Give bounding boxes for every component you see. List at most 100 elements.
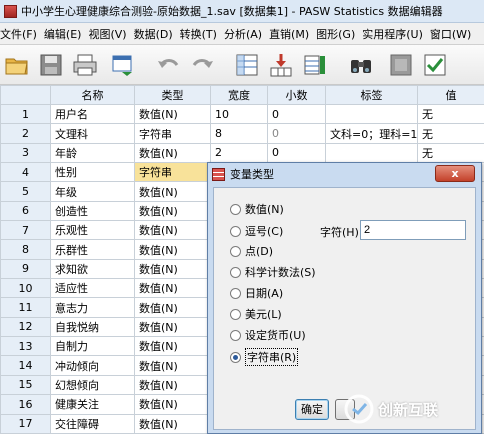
row-number[interactable]: 9 [0, 258, 51, 280]
radio-icon[interactable] [230, 308, 241, 320]
cell-name[interactable]: 幻想倾向 [50, 374, 135, 396]
cell-name[interactable]: 创造性 [50, 200, 135, 222]
header-type[interactable]: 类型 [134, 85, 211, 105]
radio-selected-icon[interactable] [230, 351, 241, 363]
cell-type[interactable]: 数值(N) [134, 200, 211, 222]
save-icon[interactable] [38, 52, 64, 78]
cell-name[interactable]: 年级 [50, 181, 135, 202]
option-string[interactable]: 字符串(R) [230, 348, 299, 366]
cell-name[interactable]: 自制力 [50, 336, 135, 357]
ok-button[interactable]: 确定 [295, 399, 329, 420]
insert-cases-icon[interactable] [388, 52, 414, 78]
radio-icon[interactable] [230, 245, 241, 257]
cell-name[interactable]: 冲动倾向 [50, 355, 135, 376]
redo-icon[interactable] [190, 52, 216, 78]
cell-label[interactable]: 文科=0；理科=1 [325, 123, 418, 144]
cell-name[interactable]: 乐观性 [50, 220, 135, 241]
variables-icon[interactable] [302, 52, 328, 78]
row-number[interactable]: 14 [0, 355, 51, 376]
row-number[interactable]: 8 [0, 239, 51, 260]
cell-name[interactable]: 求知欲 [50, 258, 135, 280]
cell-name[interactable]: 交往障碍 [50, 413, 135, 434]
row-number[interactable]: 15 [0, 374, 51, 396]
radio-icon[interactable] [230, 266, 241, 278]
cell-type[interactable]: 数值(N) [134, 336, 211, 357]
radio-icon[interactable] [230, 287, 241, 299]
menu-utilities[interactable]: 实用程序(U) [362, 26, 430, 42]
undo-icon[interactable] [155, 52, 181, 78]
header-label[interactable]: 标签 [325, 85, 418, 105]
cell-name[interactable]: 健康关注 [50, 394, 135, 415]
cell-type[interactable]: 数值(N) [134, 258, 211, 280]
radio-icon[interactable] [230, 225, 241, 237]
option-custom-currency[interactable]: 设定货币(U) [230, 327, 306, 343]
menu-analyze[interactable]: 分析(A) [224, 26, 269, 42]
radio-icon[interactable] [230, 329, 241, 341]
cell-values[interactable]: 无 [417, 142, 484, 164]
option-comma[interactable]: 逗号(C) [230, 223, 283, 239]
option-scientific[interactable]: 科学计数法(S) [230, 264, 316, 280]
cell-decimals[interactable]: 0 [267, 142, 326, 164]
cell-type[interactable]: 数值(N) [134, 413, 211, 434]
close-button[interactable]: x [435, 165, 475, 182]
row-number[interactable]: 5 [0, 181, 51, 202]
dialog-title-bar[interactable]: 变量类型 x [208, 163, 481, 185]
cell-type-selected[interactable]: 字符串 [134, 162, 211, 183]
option-numeric[interactable]: 数值(N) [230, 201, 284, 217]
row-number[interactable]: 16 [0, 394, 51, 415]
cell-name[interactable]: 意志力 [50, 297, 135, 318]
cell-label[interactable] [325, 142, 418, 164]
cell-width[interactable]: 10 [210, 103, 268, 125]
cell-type[interactable]: 数值(N) [134, 355, 211, 376]
cell-width[interactable]: 8 [210, 123, 268, 144]
cell-name[interactable]: 乐群性 [50, 239, 135, 260]
cell-name[interactable]: 性别 [50, 162, 135, 183]
split-file-icon[interactable] [422, 52, 448, 78]
cell-name[interactable]: 文理科 [50, 123, 135, 144]
cell-type[interactable]: 数值(N) [134, 297, 211, 318]
cell-type[interactable]: 数值(N) [134, 374, 211, 396]
row-number[interactable]: 12 [0, 316, 51, 338]
header-name[interactable]: 名称 [50, 85, 135, 105]
find-icon[interactable] [348, 52, 374, 78]
row-number[interactable]: 2 [0, 123, 51, 144]
cell-type[interactable]: 数值(N) [134, 220, 211, 241]
row-number[interactable]: 6 [0, 200, 51, 222]
cell-type[interactable]: 数值(N) [134, 239, 211, 260]
cell-type[interactable]: 数值(N) [134, 142, 211, 164]
dialog-recall-icon[interactable] [110, 52, 136, 78]
row-number[interactable]: 13 [0, 336, 51, 357]
cell-name[interactable]: 年龄 [50, 142, 135, 164]
menu-file[interactable]: 文件(F) [0, 26, 44, 42]
cell-type[interactable]: 数值(N) [134, 316, 211, 338]
radio-icon[interactable] [230, 203, 241, 215]
cell-label[interactable] [325, 103, 418, 125]
menu-data[interactable]: 数据(D) [134, 26, 180, 42]
print-icon[interactable] [72, 52, 98, 78]
menu-transform[interactable]: 转换(T) [180, 26, 224, 42]
option-dollar[interactable]: 美元(L) [230, 306, 282, 322]
cell-decimals[interactable]: 0 [267, 103, 326, 125]
cell-values[interactable]: 无 [417, 123, 484, 144]
row-number[interactable]: 11 [0, 297, 51, 318]
option-dot[interactable]: 点(D) [230, 243, 273, 259]
cell-decimals[interactable]: 0 [267, 123, 326, 144]
cell-type[interactable]: 数值(N) [134, 394, 211, 415]
option-date[interactable]: 日期(A) [230, 285, 283, 301]
row-number[interactable]: 3 [0, 142, 51, 164]
header-decimals[interactable]: 小数 [267, 85, 326, 105]
cell-type[interactable]: 字符串 [134, 123, 211, 144]
cell-type[interactable]: 数值(N) [134, 278, 211, 299]
open-folder-icon[interactable] [4, 52, 30, 78]
cell-type[interactable]: 数值(N) [134, 103, 211, 125]
row-number[interactable]: 7 [0, 220, 51, 241]
header-values[interactable]: 值 [417, 85, 484, 105]
row-number[interactable]: 1 [0, 103, 51, 125]
menu-direct-marketing[interactable]: 直销(M) [269, 26, 316, 42]
cell-name[interactable]: 用户名 [50, 103, 135, 125]
menu-view[interactable]: 视图(V) [88, 26, 133, 42]
row-number[interactable]: 10 [0, 278, 51, 299]
cell-name[interactable]: 适应性 [50, 278, 135, 299]
menu-window[interactable]: 窗口(W) [430, 26, 478, 42]
menu-edit[interactable]: 编辑(E) [44, 26, 89, 42]
